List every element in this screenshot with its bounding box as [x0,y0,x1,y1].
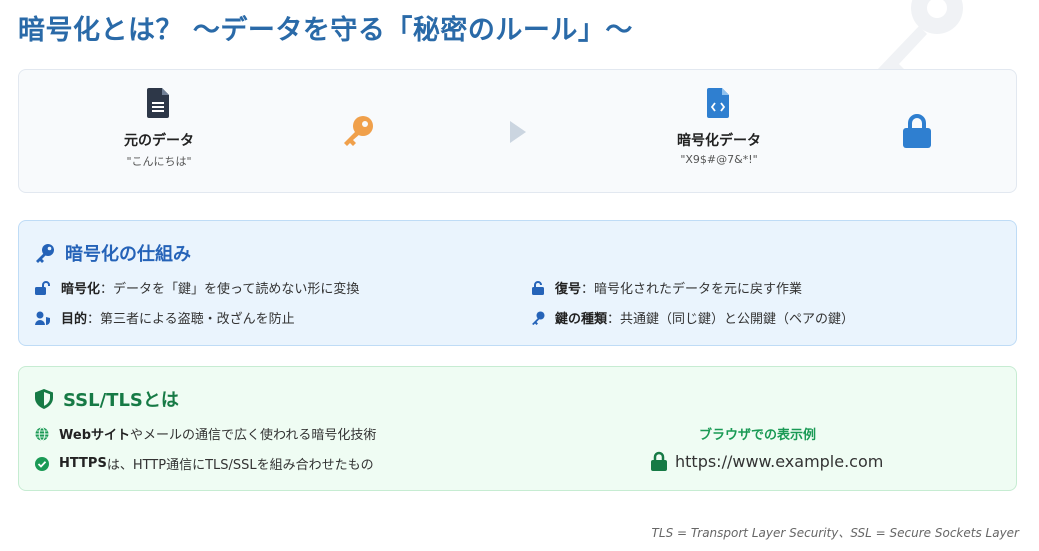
browser-url-example: https://www.example.com [651,451,883,471]
original-data-item: 元のデータ "こんにちは" [99,88,219,169]
url-text: https://www.example.com [675,451,884,471]
encrypt-text: ：データを「鍵」を使って読めない形に変換 [100,282,360,297]
key-types-term: 鍵の種類 [555,312,608,327]
arrow-right-icon [510,121,526,143]
decrypt-text: ：暗号化されたデータを元に戻す作業 [581,282,803,297]
ssl-tls-panel: SSL/TLSとは Webサイト やメールの通信で広く使われる暗号化技術 HTTP… [18,366,1017,491]
web-term: Webサイト [59,428,130,443]
encrypted-data-sample: "X9$#@7&*!" [680,153,758,166]
mechanism-item-key-types: 鍵の種類 ：共通鍵（同じ鍵）と公開鍵（ペアの鍵） [531,308,854,327]
web-text: やメールの通信で広く使われる暗号化技術 [130,428,377,443]
page-title: 暗号化とは？ 〜データを守る「秘密のルール」〜 [18,15,633,46]
purpose-term: 目的 [61,312,88,327]
ssl-item-web: Webサイト やメールの通信で広く使われる暗号化技術 [35,424,376,443]
check-circle-icon [35,456,49,471]
key-icon [36,244,54,263]
original-data-sample: "こんにちは" [126,155,192,168]
globe-icon [35,426,49,441]
ssl-item-https: HTTPS は、HTTP通信にTLS/SSLを組み合わせたもの [35,454,374,473]
mechanism-item-encrypt: 暗号化 ：データを「鍵」を使って読めない形に変換 [35,278,359,297]
browser-example-title: ブラウザでの表示例 [699,428,817,443]
https-text: は、HTTP通信にTLS/SSLを組み合わせたもの [106,458,374,473]
mechanism-item-purpose: 目的 ：第三者による盗聴・改ざんを防止 [35,308,295,327]
mechanism-panel: 暗号化の仕組み 暗号化 ：データを「鍵」を使って読めない形に変換 復号 ：暗号化され… [18,220,1017,346]
purpose-text: ：第三者による盗聴・改ざんを防止 [87,312,295,327]
encrypted-data-label: 暗号化データ [677,133,761,149]
code-file-icon [707,88,729,118]
encrypt-term: 暗号化 [61,282,101,297]
user-shield-icon [35,311,50,325]
decrypt-term: 復号 [555,282,582,297]
https-term: HTTPS [59,456,107,471]
unlock-icon [532,280,544,295]
lock-icon [903,114,931,148]
ssl-heading: SSL/TLSとは [35,386,179,412]
document-icon [147,88,169,118]
key-icon [344,116,373,146]
lock-icon [651,451,667,471]
key-types-text: ：共通鍵（同じ鍵）と公開鍵（ペアの鍵） [607,312,855,327]
encryption-flow-panel: 元のデータ "こんにちは" 暗号化データ "X9$#@7&*!" [18,69,1017,193]
original-data-label: 元のデータ [124,133,194,149]
mechanism-heading-text: 暗号化の仕組み [65,244,191,265]
ssl-heading-text: SSL/TLSとは [63,390,179,411]
shield-icon [35,389,53,409]
mechanism-item-decrypt: 復号 ：暗号化されたデータを元に戻す作業 [531,278,802,297]
footnote: TLS = Transport Layer Security、SSL = Sec… [651,526,1019,540]
lock-open-icon [35,280,50,295]
key-icon [532,311,545,325]
mechanism-heading: 暗号化の仕組み [35,240,191,266]
encrypted-data-item: 暗号化データ "X9$#@7&*!" [649,88,789,166]
